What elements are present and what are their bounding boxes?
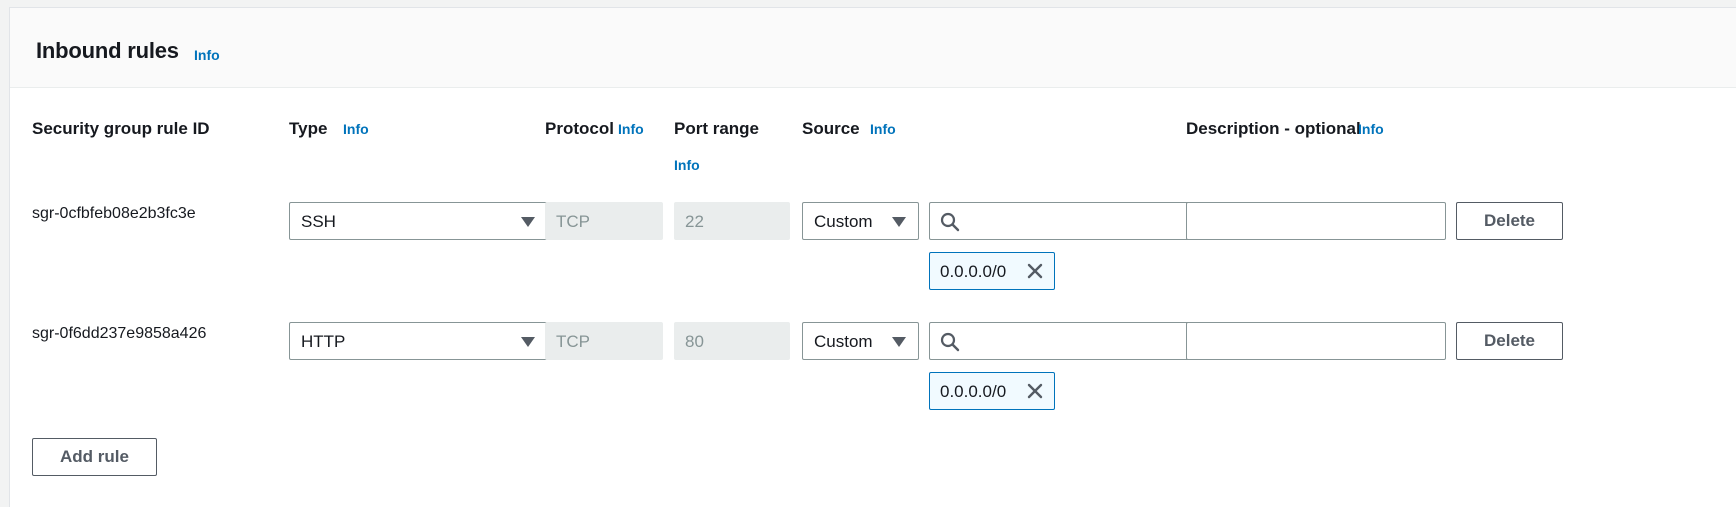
rule-id: sgr-0f6dd237e9858a426 bbox=[32, 325, 207, 342]
delete-rule-button[interactable]: Delete bbox=[1456, 202, 1563, 240]
port-range-value: 80 bbox=[685, 332, 704, 351]
description-input[interactable] bbox=[1186, 202, 1446, 240]
panel-header: Inbound rules Info bbox=[10, 8, 1736, 88]
source-type-select[interactable]: Custom bbox=[802, 322, 919, 360]
source-search-input[interactable] bbox=[968, 325, 1182, 359]
inbound-rules-panel: Inbound rules Info Security group rule I… bbox=[9, 7, 1736, 507]
port-range-field: 22 bbox=[674, 202, 790, 240]
close-icon[interactable] bbox=[1026, 262, 1044, 280]
protocol-info-link[interactable]: Info bbox=[618, 121, 644, 137]
source-token-value: 0.0.0.0/0 bbox=[940, 262, 1007, 281]
caret-down-icon bbox=[521, 337, 535, 347]
rule-id: sgr-0cfbfeb08e2b3fc3e bbox=[32, 205, 196, 222]
header-description: Description - optional bbox=[1186, 119, 1361, 138]
header-source: Source bbox=[802, 119, 860, 138]
search-icon bbox=[940, 332, 960, 352]
header-type: Type bbox=[289, 119, 328, 138]
protocol-field: TCP bbox=[545, 202, 663, 240]
description-info-link[interactable]: Info bbox=[1358, 121, 1384, 137]
section-title: Inbound rules bbox=[36, 38, 179, 63]
protocol-value: TCP bbox=[556, 212, 590, 231]
source-type-value: Custom bbox=[814, 212, 873, 231]
delete-rule-button[interactable]: Delete bbox=[1456, 322, 1563, 360]
type-info-link[interactable]: Info bbox=[343, 121, 369, 137]
type-select[interactable]: SSH bbox=[289, 202, 548, 240]
port-range-value: 22 bbox=[685, 212, 704, 231]
type-select-value: SSH bbox=[301, 212, 336, 231]
caret-down-icon bbox=[892, 337, 906, 347]
source-token: 0.0.0.0/0 bbox=[929, 372, 1055, 410]
source-type-select[interactable]: Custom bbox=[802, 202, 919, 240]
type-select[interactable]: HTTP bbox=[289, 322, 548, 360]
close-icon[interactable] bbox=[1026, 382, 1044, 400]
add-rule-button[interactable]: Add rule bbox=[32, 438, 157, 476]
source-type-value: Custom bbox=[814, 332, 873, 351]
section-info-link[interactable]: Info bbox=[194, 47, 220, 63]
source-token: 0.0.0.0/0 bbox=[929, 252, 1055, 290]
source-search-box[interactable] bbox=[929, 322, 1189, 360]
description-input[interactable] bbox=[1186, 322, 1446, 360]
source-search-box[interactable] bbox=[929, 202, 1189, 240]
port-range-info-link[interactable]: Info bbox=[674, 157, 700, 173]
header-rule-id: Security group rule ID bbox=[32, 119, 210, 138]
type-select-value: HTTP bbox=[301, 332, 346, 351]
caret-down-icon bbox=[521, 217, 535, 227]
source-search-input[interactable] bbox=[968, 205, 1182, 239]
source-info-link[interactable]: Info bbox=[870, 121, 896, 137]
source-token-value: 0.0.0.0/0 bbox=[940, 382, 1007, 401]
protocol-field: TCP bbox=[545, 322, 663, 360]
caret-down-icon bbox=[892, 217, 906, 227]
search-icon bbox=[940, 212, 960, 232]
port-range-field: 80 bbox=[674, 322, 790, 360]
protocol-value: TCP bbox=[556, 332, 590, 351]
header-port-range: Port range bbox=[674, 119, 760, 138]
header-protocol: Protocol bbox=[545, 119, 614, 138]
